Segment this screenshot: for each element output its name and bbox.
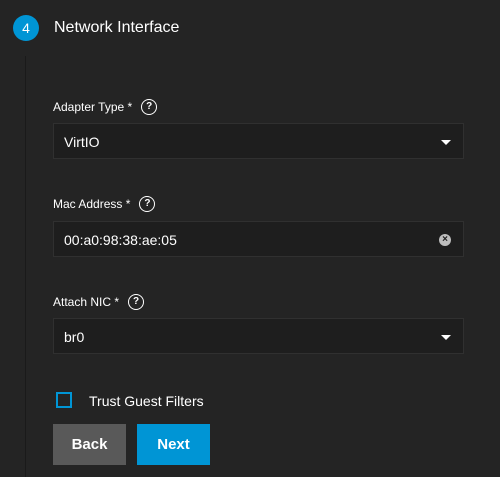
- adapter-type-select[interactable]: VirtIO: [53, 123, 464, 159]
- dropdown-arrow-icon[interactable]: [441, 140, 451, 145]
- next-button[interactable]: Next: [137, 424, 210, 465]
- adapter-type-help-icon[interactable]: ?: [141, 99, 158, 115]
- stepper-line: [25, 56, 26, 477]
- adapter-type-label-text: Adapter Type *: [53, 100, 133, 114]
- attach-nic-label-text: Attach NIC *: [53, 295, 120, 309]
- mac-address-input[interactable]: 00:a0:98:38:ae:05 ×: [53, 221, 464, 257]
- step-title[interactable]: Network Interface: [54, 19, 179, 37]
- step-header: 4 Network Interface: [0, 0, 500, 56]
- mac-address-value: 00:a0:98:38:ae:05: [64, 232, 177, 248]
- adapter-type-value: VirtIO: [64, 134, 100, 150]
- attach-nic-select[interactable]: br0: [53, 318, 464, 354]
- mac-address-help-icon[interactable]: ?: [139, 196, 156, 212]
- mac-address-label-text: Mac Address *: [53, 197, 131, 211]
- attach-nic-help-icon[interactable]: ?: [128, 294, 145, 310]
- attach-nic-value: br0: [64, 329, 85, 345]
- attach-nic-label: Attach NIC * ?: [53, 294, 145, 310]
- trust-guest-filters-label[interactable]: Trust Guest Filters: [89, 393, 204, 409]
- step-number-badge: 4: [13, 15, 39, 41]
- mac-address-label: Mac Address * ?: [53, 196, 156, 212]
- back-button[interactable]: Back: [53, 424, 126, 465]
- clear-icon[interactable]: ×: [439, 234, 451, 246]
- dropdown-arrow-icon[interactable]: [441, 335, 451, 340]
- adapter-type-label: Adapter Type * ?: [53, 99, 158, 115]
- trust-guest-filters-checkbox[interactable]: [56, 392, 72, 408]
